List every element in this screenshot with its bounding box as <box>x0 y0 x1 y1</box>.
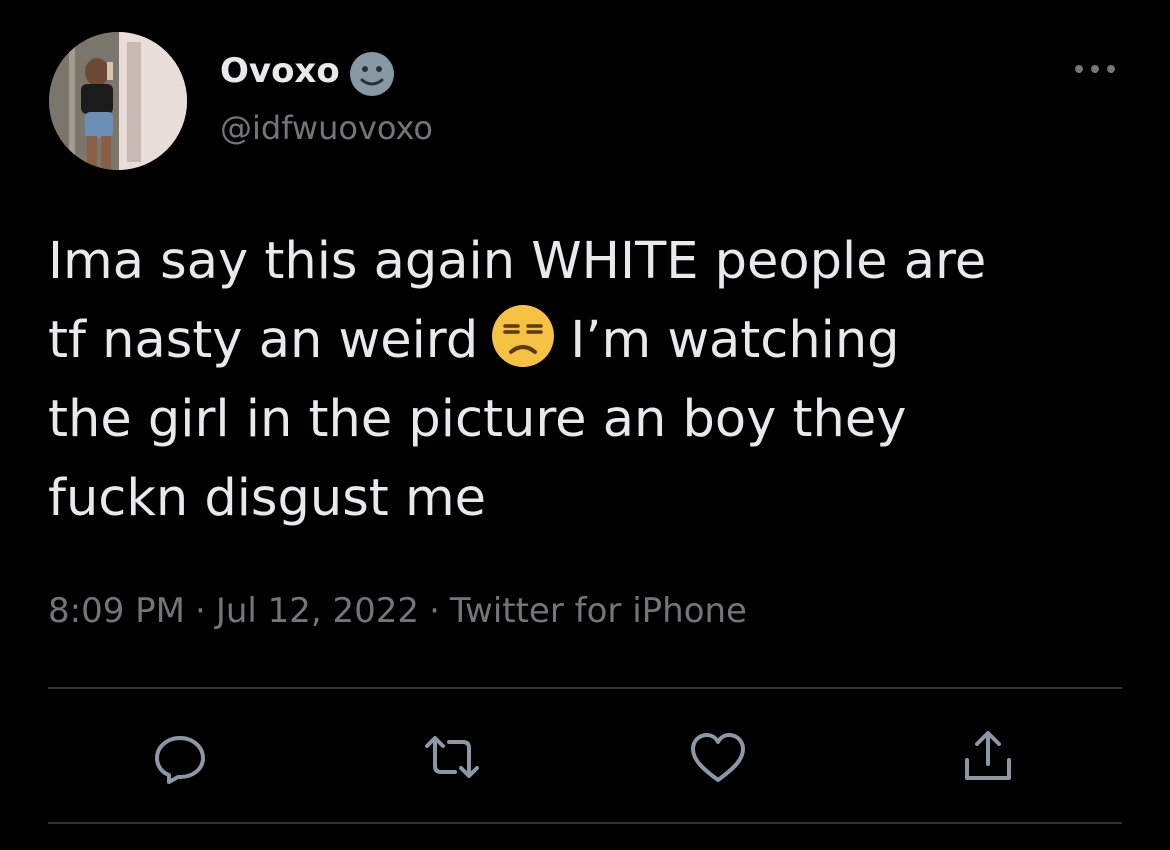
heart-icon <box>691 733 745 782</box>
tweet-text: Ima say this again WHITE people are tf n… <box>48 222 1138 538</box>
more-options-button[interactable] <box>1068 54 1122 84</box>
tweet-line-text: I’m watching <box>570 311 900 370</box>
retweet-icon <box>425 736 479 778</box>
tweet-date[interactable]: Jul 12, 2022 <box>216 591 419 631</box>
reply-button[interactable] <box>147 724 213 790</box>
action-bar <box>0 724 1170 790</box>
share-icon <box>965 731 1011 780</box>
tweet-card: Ovoxo @idfwuovoxo Ima say this again WHI… <box>0 0 1170 850</box>
meta-separator: · <box>195 591 206 631</box>
tweet-line: the girl in the picture an boy they <box>48 390 907 449</box>
reply-icon <box>155 736 205 784</box>
more-icon <box>1075 65 1115 73</box>
like-button[interactable] <box>685 724 751 790</box>
handle[interactable]: @idfwuovoxo <box>220 108 433 148</box>
avatar-photo <box>49 32 187 170</box>
tweet-time[interactable]: 8:09 PM <box>48 591 185 631</box>
tweet-meta: 8:09 PM · Jul 12, 2022 · Twitter for iPhone <box>48 588 747 634</box>
tweet-line: fuckn disgust me <box>48 469 487 528</box>
share-button[interactable] <box>955 724 1021 790</box>
slightly-smiling-face-emoji <box>348 50 396 98</box>
retweet-button[interactable] <box>419 724 485 790</box>
tweet-source[interactable]: Twitter for iPhone <box>450 591 747 631</box>
divider <box>48 822 1122 824</box>
display-name[interactable]: Ovoxo <box>220 50 340 92</box>
unamused-face-emoji <box>490 303 556 369</box>
divider <box>48 687 1122 689</box>
meta-separator: · <box>429 591 440 631</box>
tweet-line: tf nasty an weird I’m watching <box>48 301 1138 380</box>
tweet-line: Ima say this again WHITE people are <box>48 232 987 291</box>
tweet-line-text: tf nasty an weird <box>48 311 479 370</box>
avatar[interactable] <box>49 32 187 170</box>
